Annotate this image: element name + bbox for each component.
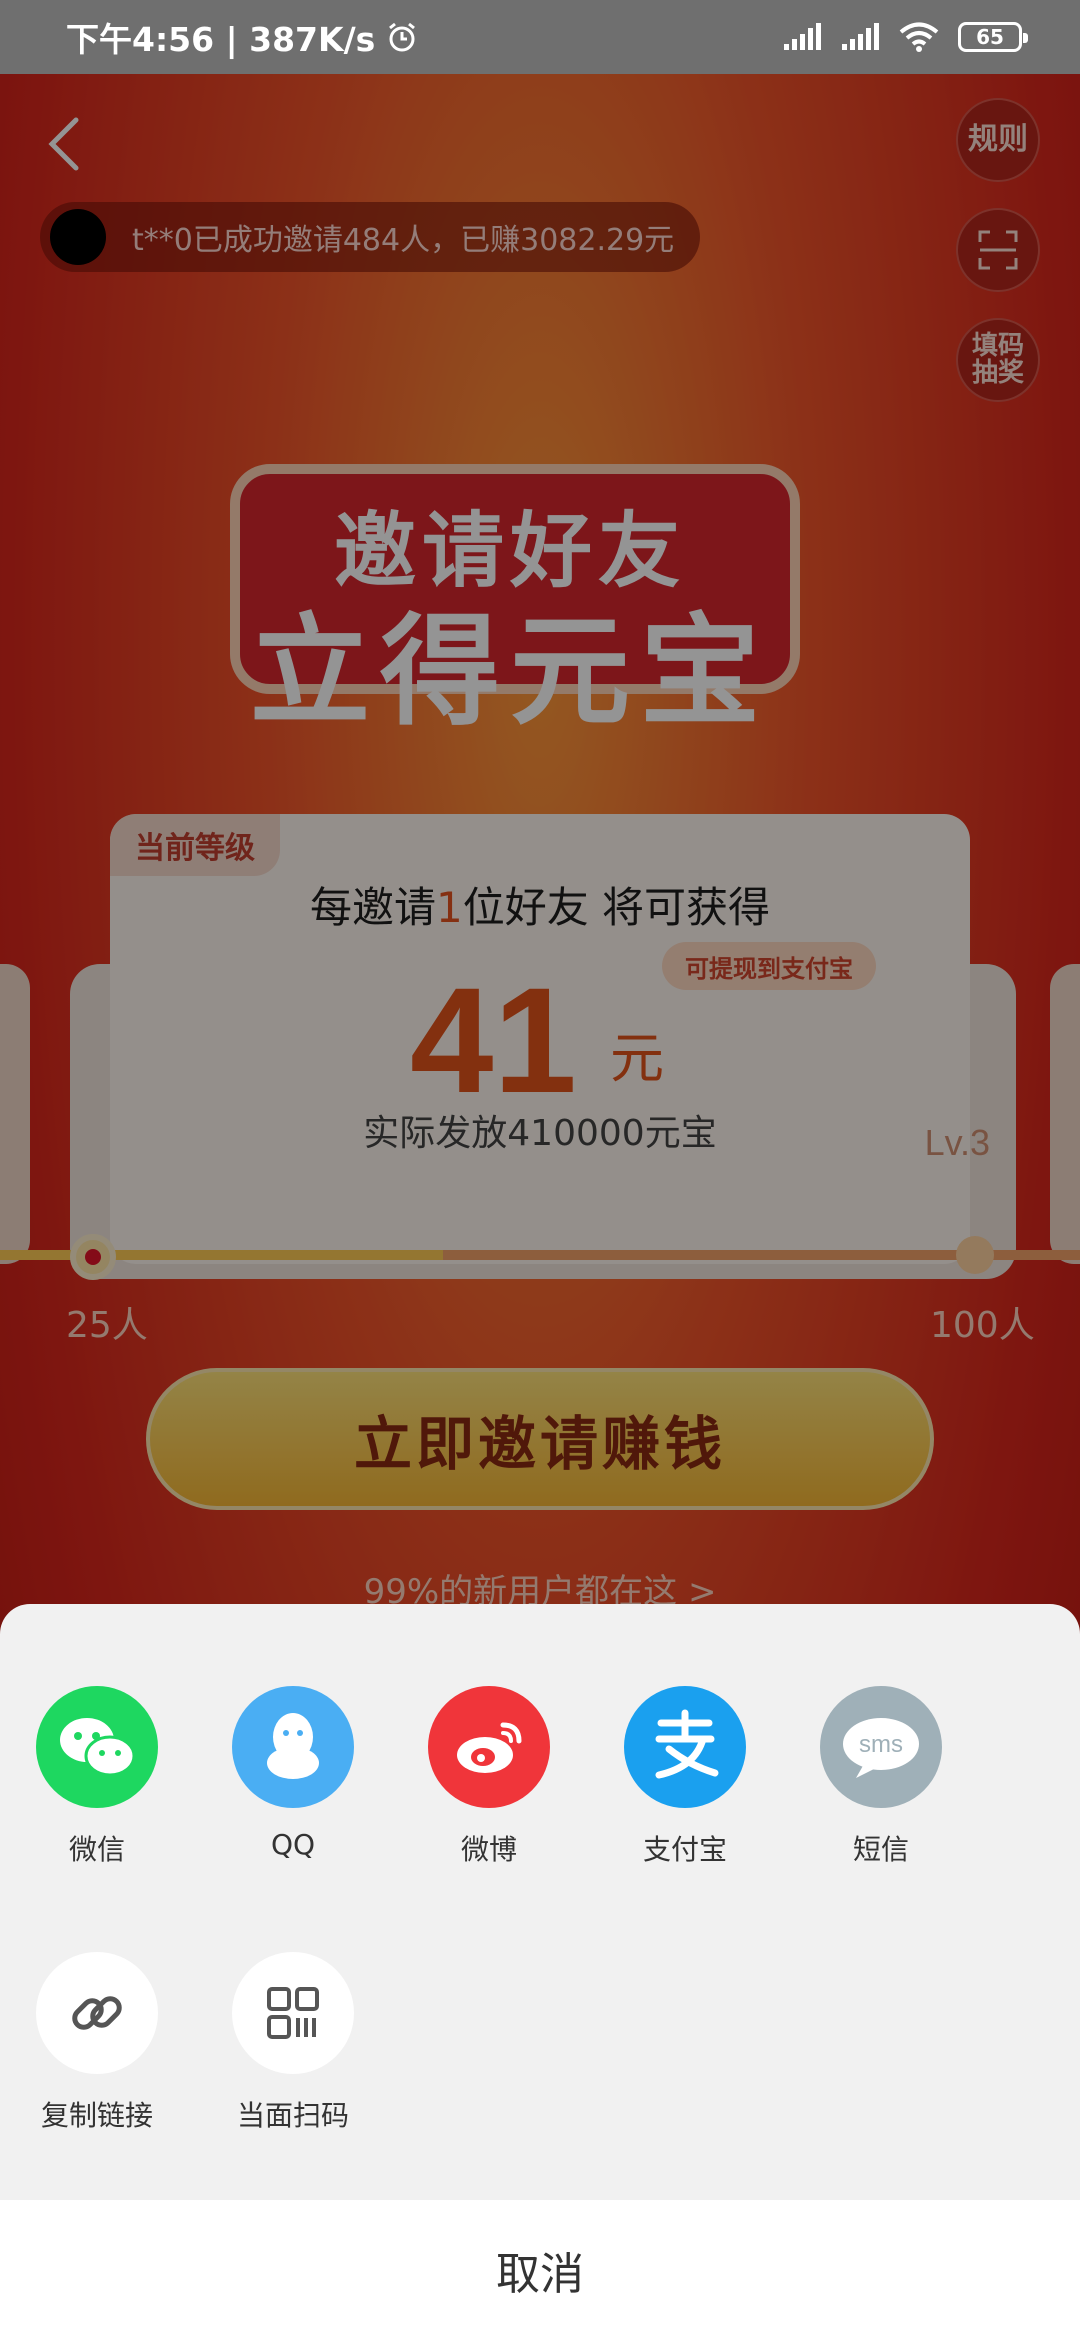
share-sms-label: 短信 (852, 1833, 909, 1866)
card-next[interactable] (1050, 964, 1080, 1264)
copy-link-label: 复制链接 (40, 2099, 153, 2132)
share-alipay-label: 支付宝 (642, 1833, 727, 1866)
progress-fill (0, 1250, 443, 1260)
wechat-icon (36, 1686, 158, 1808)
share-wechat[interactable]: 微信 (12, 1686, 182, 1868)
share-alipay[interactable]: 支付宝 (600, 1686, 770, 1868)
share-qq-label: QQ (270, 1828, 316, 1861)
alarm-icon (389, 22, 416, 52)
invite-now-label: 立即邀请赚钱 (353, 1410, 726, 1478)
headline-prefix: 每邀请 (309, 883, 436, 932)
reward-amount: 41 (410, 956, 577, 1124)
rules-label: 规则 (968, 122, 1028, 158)
ticker-text: t**0已成功邀请484人，已赚3082.29元 (132, 223, 675, 258)
progress-node-next[interactable] (956, 1236, 994, 1274)
reward-headline: 每邀请1位好友 将可获得 (110, 874, 970, 935)
hero-line2: 立得元宝 (250, 603, 770, 742)
scan-icon (978, 230, 1018, 270)
avatar (50, 209, 106, 265)
copy-link[interactable]: 复制链接 (12, 1952, 182, 2134)
scan-button[interactable] (956, 208, 1040, 292)
invite-ticker: t**0已成功邀请484人，已赚3082.29元 (40, 202, 700, 272)
progress-node-current[interactable] (70, 1234, 116, 1280)
face-to-face-scan-label: 当面扫码 (236, 2099, 349, 2132)
svg-text:sms: sms (859, 1731, 903, 1758)
reward-unit: 元 (610, 1027, 664, 1090)
level-badge: 当前等级 (110, 814, 280, 876)
battery-level: 65 (976, 25, 1004, 49)
withdraw-pill: 可提现到支付宝 (662, 942, 876, 990)
cancel-label: 取消 (496, 2249, 584, 2300)
actual-payout: 实际发放410000元宝 (363, 1113, 717, 1154)
cancel-button[interactable]: 取消 (0, 2200, 1080, 2340)
qrcode-icon (232, 1952, 354, 2074)
code-lottery-label: 填码 抽奖 (971, 330, 1024, 388)
reward-card: 当前等级 每邀请1位好友 将可获得 可提现到支付宝 41 元 实际发放41000… (110, 814, 970, 1264)
alipay-icon (624, 1686, 746, 1808)
status-time-speed: 下午4:56 | 387K/s (66, 20, 376, 59)
rules-button[interactable]: 规则 (956, 98, 1040, 182)
code-lottery-button[interactable]: 填码 抽奖 (956, 318, 1040, 402)
wifi-icon (899, 22, 939, 52)
progress-track (0, 1250, 1080, 1260)
invite-now-button[interactable]: 立即邀请赚钱 (146, 1368, 934, 1510)
card-prev[interactable] (0, 964, 30, 1264)
sms-icon: sms (820, 1686, 942, 1808)
qq-icon (232, 1686, 354, 1808)
headline-num: 1 (435, 883, 463, 932)
hero-banner: 邀请好友 立得元宝 (150, 374, 870, 742)
back-icon[interactable] (40, 114, 90, 174)
signal-icon (784, 23, 821, 50)
headline-suffix: 位好友 将可获得 (462, 883, 771, 932)
signal-hd-icon (842, 23, 879, 50)
progress-right-label: 100人 (930, 1305, 1035, 1346)
share-weibo-label: 微博 (460, 1833, 517, 1866)
weibo-icon (428, 1686, 550, 1808)
face-to-face-scan[interactable]: 当面扫码 (208, 1952, 378, 2134)
share-wechat-label: 微信 (68, 1833, 125, 1866)
share-sheet: 微信 QQ 微博 支付宝 sms 短信 复制链接 当面扫码 (0, 1604, 1080, 2200)
share-sms[interactable]: sms 短信 (796, 1686, 966, 1868)
share-qq[interactable]: QQ (208, 1686, 378, 1861)
battery-icon: 65 (958, 22, 1028, 52)
link-icon (36, 1952, 158, 2074)
share-weibo[interactable]: 微博 (404, 1686, 574, 1868)
level-indicator: Lv.3 (924, 1122, 990, 1163)
status-bar: 下午4:56 | 387K/s 65 (0, 0, 1080, 74)
progress-left-label: 25人 (66, 1305, 148, 1346)
